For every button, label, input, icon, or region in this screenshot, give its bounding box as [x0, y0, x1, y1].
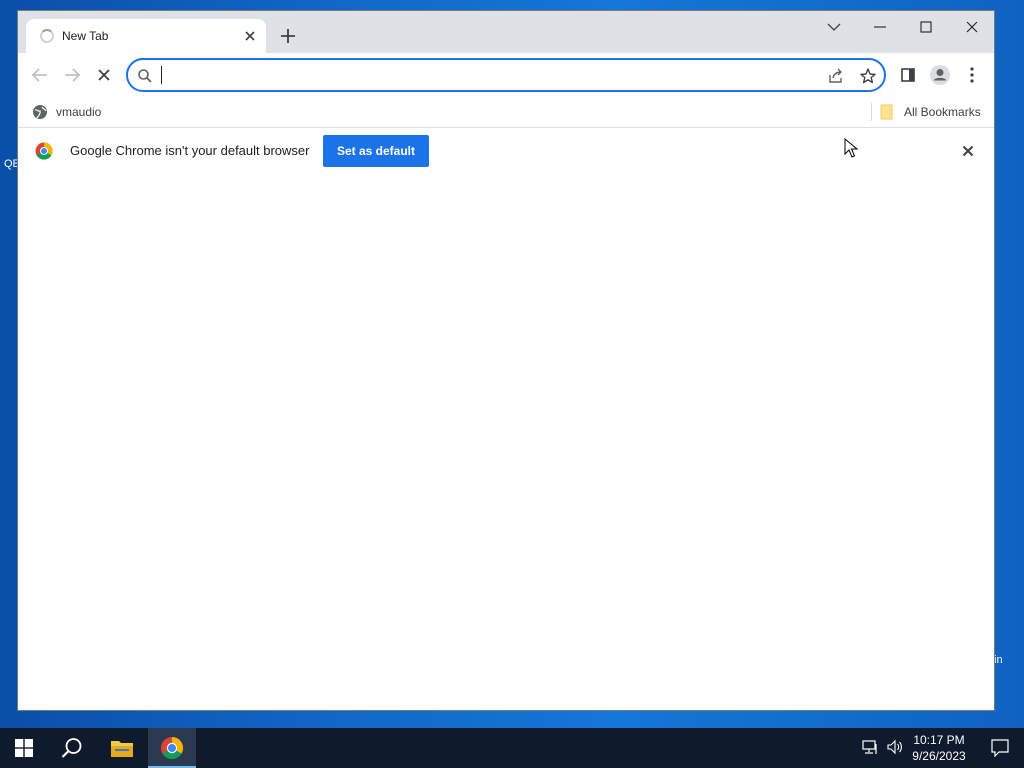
tab-close-button[interactable] — [240, 26, 260, 46]
address-input[interactable] — [160, 65, 760, 85]
search-icon — [138, 69, 152, 83]
stop-icon — [98, 69, 110, 81]
infobar-message: Google Chrome isn't your default browser — [70, 143, 310, 158]
tab-title: New Tab — [62, 29, 109, 43]
side-panel-icon — [901, 68, 915, 82]
arrow-right-icon — [65, 68, 81, 82]
file-explorer-button[interactable] — [98, 728, 146, 768]
folder-icon — [880, 104, 893, 120]
bookmark-vmaudio[interactable]: vmaudio — [32, 103, 122, 121]
tab-new-tab[interactable]: New Tab — [26, 19, 266, 53]
forward-button[interactable] — [60, 63, 84, 87]
start-button[interactable] — [0, 728, 48, 768]
minimize-button[interactable] — [856, 11, 902, 41]
text-caret — [161, 66, 162, 84]
bookmark-label: vmaudio — [56, 105, 102, 119]
maximize-icon — [920, 21, 932, 33]
windows-taskbar: 10:17 PM 9/26/2023 — [0, 728, 1024, 768]
windows-logo-icon — [15, 739, 33, 757]
search-icon — [61, 738, 82, 758]
folder-icon — [111, 741, 133, 757]
set-as-default-button[interactable]: Set as default — [323, 135, 429, 167]
stop-loading-button[interactable] — [92, 63, 116, 87]
network-icon[interactable] — [862, 738, 880, 756]
chrome-menu-button[interactable] — [960, 63, 984, 87]
close-icon — [966, 21, 978, 33]
maximize-button[interactable] — [902, 11, 948, 41]
chevron-down-icon — [827, 23, 841, 31]
arrow-left-icon — [31, 68, 47, 82]
bookmarks-bar: vmaudio All Bookmarks — [18, 97, 994, 127]
chrome-taskbar-button[interactable] — [148, 728, 196, 768]
more-vert-icon — [970, 67, 974, 83]
globe-icon — [33, 105, 47, 119]
tab-search-button[interactable] — [810, 11, 856, 41]
all-bookmarks-button[interactable]: All Bookmarks — [880, 103, 990, 121]
profile-button[interactable] — [928, 63, 952, 87]
share-button[interactable] — [826, 66, 846, 86]
clock-date: 9/26/2023 — [912, 749, 966, 763]
close-icon — [245, 31, 255, 41]
chrome-window: New Tab vmaudio All Bookmarks Google Chr… — [17, 10, 995, 711]
bookmark-star-button[interactable] — [858, 66, 878, 86]
browser-toolbar — [18, 53, 994, 97]
address-bar[interactable] — [126, 58, 886, 92]
share-icon — [829, 68, 842, 83]
clock-time: 10:17 PM — [913, 733, 965, 747]
chrome-logo-icon — [161, 737, 184, 760]
action-center-button[interactable] — [976, 728, 1024, 768]
minimize-icon — [874, 26, 886, 28]
new-tab-button[interactable] — [276, 24, 300, 48]
page-content[interactable] — [18, 173, 994, 710]
close-window-button[interactable] — [948, 11, 994, 41]
avatar-icon — [930, 65, 950, 85]
mouse-pointer-icon — [844, 138, 858, 158]
close-icon — [962, 145, 974, 157]
side-panel-button[interactable] — [896, 63, 920, 87]
desktop-icon-label-fragment: in — [994, 654, 1003, 666]
search-button[interactable] — [48, 728, 96, 768]
all-bookmarks-label: All Bookmarks — [904, 105, 981, 119]
volume-icon[interactable] — [886, 738, 904, 756]
loading-spinner-icon — [40, 29, 54, 43]
chrome-logo-icon — [35, 142, 53, 160]
bookmarks-divider — [871, 103, 872, 121]
infobar-close-button[interactable] — [958, 141, 978, 161]
back-button[interactable] — [28, 63, 52, 87]
star-icon — [860, 68, 876, 84]
tab-strip: New Tab — [18, 11, 994, 53]
taskbar-clock[interactable]: 10:17 PM 9/26/2023 — [906, 732, 972, 764]
plus-icon — [281, 29, 295, 43]
notification-icon — [991, 739, 1009, 757]
